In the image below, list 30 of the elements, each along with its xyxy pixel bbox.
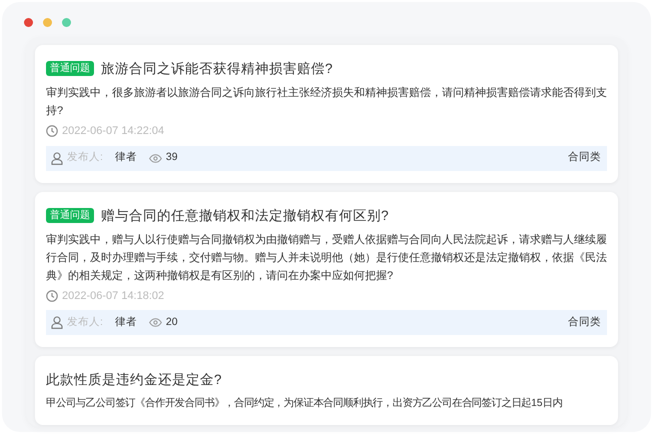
- category-tag: 普通问题: [46, 208, 94, 222]
- timestamp: 2022-06-07 14:18:02: [62, 288, 164, 304]
- category-tag: 普通问题: [46, 61, 94, 76]
- user-icon: [51, 152, 63, 164]
- eye-icon: [148, 154, 162, 162]
- user-icon: [51, 316, 63, 329]
- question-text: 审判实践中，很多旅游者以旅游合同之诉向旅行社主张经济损失和精神损害赔偿，请问精神损害赔偿请求能否得到支持?: [46, 86, 607, 119]
- clock-icon: [46, 125, 58, 138]
- question-text: 甲公司与乙公司签订《合作开发合同书》，合同约定，为保证本合同顺利执行，出资方乙公司在合同签订之日起15日内: [46, 396, 564, 411]
- question-text: 审判实践中，赠与人以行使赠与合同撤销权为由撤销赠与，受赠人依据赠与合同向人民法院起诉，请求赠与人继续履行合同，及时办理赠与手续，交付赠与物。赠与人并未说明他（她）是行使任意撤销权还是法定撤销权，依据《民法典》的相关规定，这两种撤销权是有区别的，请问在办案中应如何把握?: [46, 232, 607, 284]
- publisher-name: 律者: [114, 150, 137, 166]
- publisher-label: 发布人:: [67, 150, 103, 166]
- window-control[interactable]: [24, 18, 33, 26]
- question-title[interactable]: 赠与合同的任意撤销权和法定撤销权有何区别?: [101, 206, 389, 224]
- question-card[interactable]: 普通问题 旅游合同之诉能否获得精神损害赔偿? 审判实践中，很多旅游者以旅游合同之诉向旅行社主张经济损失和精神损害赔偿，请问精神损害赔偿请求能否得到支持? 2022-06-07 14:22:04 发布人: 律者 39 合同类: [35, 45, 618, 182]
- window-control[interactable]: [62, 18, 71, 26]
- category-label: 合同类: [568, 314, 601, 330]
- eye-icon: [148, 318, 162, 327]
- view-count: 39: [166, 150, 178, 166]
- clock-icon: [46, 290, 58, 302]
- publisher-name: 律者: [114, 314, 137, 330]
- question-title[interactable]: 此款性质是违约金还是定金?: [46, 370, 222, 389]
- category-label: 合同类: [568, 150, 601, 166]
- window-control[interactable]: [43, 18, 52, 26]
- view-count: 20: [166, 314, 178, 330]
- timestamp: 2022-06-07 14:22:04: [62, 124, 164, 139]
- publisher-label: 发布人:: [67, 314, 103, 330]
- question-title[interactable]: 旅游合同之诉能否获得精神损害赔偿?: [101, 59, 333, 78]
- question-card[interactable]: 普通问题 赠与合同的任意撤销权和法定撤销权有何区别? 审判实践中，赠与人以行使赠与合同撤销权为由撤销赠与，受赠人依据赠与合同向人民法院起诉，请求赠与人继续履行合同，及时办理赠与手续，交付赠与物。赠与人并未说明他（她）是行使任意撤销权还是法定撤销权，依据《民法典》的相关规定，这两种撤销权是有区别的，请问在办案中应如何把握? 2022-06-07 14:18:02 发布人: 律者 20 合同类: [35, 192, 618, 347]
- question-card[interactable]: 此款性质是违约金还是定金? 甲公司与乙公司签订《合作开发合同书》，合同约定，为保证本合同顺利执行，出资方乙公司在合同签订之日起15日内: [35, 356, 618, 425]
